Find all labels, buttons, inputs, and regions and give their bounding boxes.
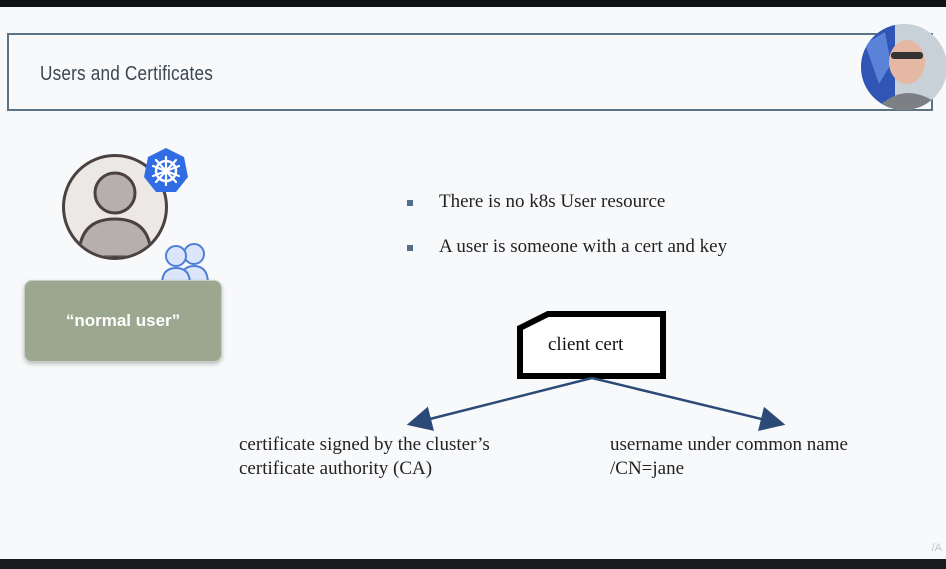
slide: Users and Certificates “normal user” The… bbox=[0, 7, 946, 559]
arrow-left bbox=[406, 376, 593, 431]
arrow-right bbox=[591, 376, 786, 432]
client-cert-label: client cert bbox=[548, 334, 624, 355]
bottom-bar bbox=[0, 559, 946, 569]
cn-note: username under common name /CN=jane bbox=[610, 433, 848, 481]
cn-note-line2: /CN=jane bbox=[610, 458, 685, 479]
ca-note: certificate signed by the cluster’s cert… bbox=[239, 433, 490, 481]
ca-note-line2: certificate authority (CA) bbox=[239, 458, 433, 479]
ca-note-line1: certificate signed by the cluster’s bbox=[239, 434, 490, 455]
cn-note-line1: username under common name bbox=[610, 434, 848, 455]
watermark: /A bbox=[931, 542, 942, 554]
